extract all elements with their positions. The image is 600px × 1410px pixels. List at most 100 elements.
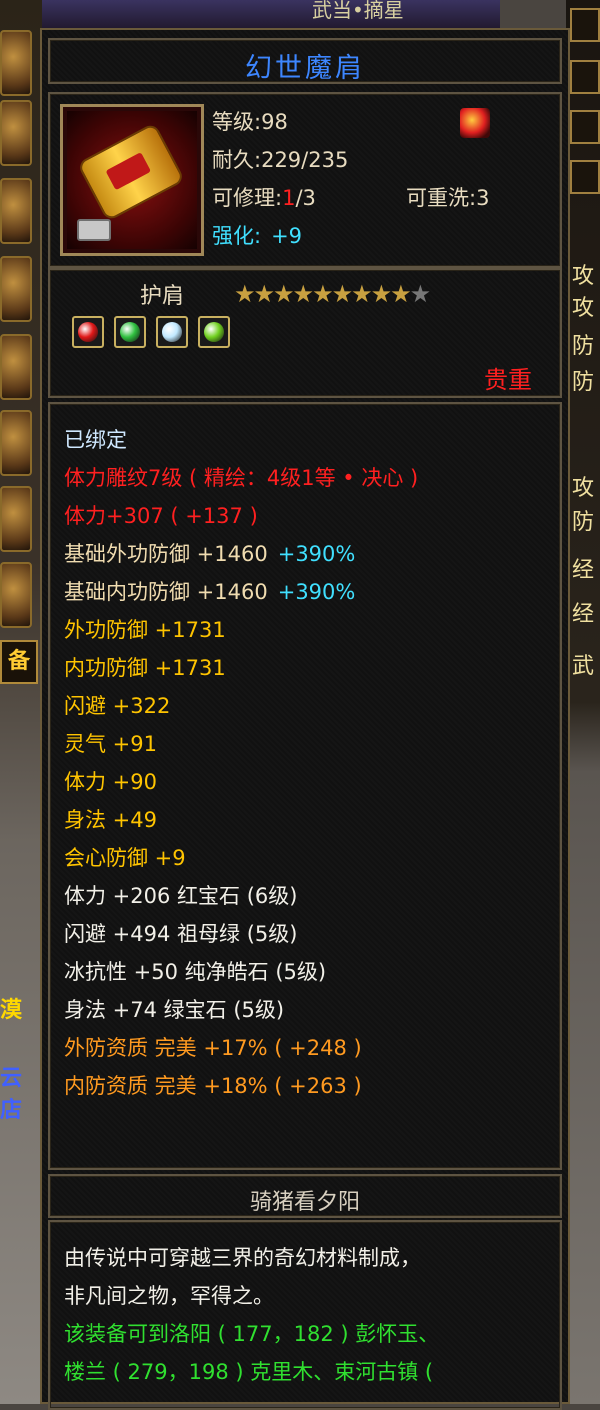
stat-label: 攻 bbox=[572, 264, 595, 289]
equip-slot-icon[interactable] bbox=[0, 562, 32, 628]
star-filled-icon: ★ bbox=[351, 280, 372, 308]
star-filled-icon: ★ bbox=[234, 280, 255, 308]
star-filled-icon: ★ bbox=[312, 280, 333, 308]
attribute-text: 内防资质 完美 +18% ( +263 ) bbox=[64, 1074, 362, 1098]
item-info-section: 等级:98 耐久:229/235 可修理:1/3 可重洗:3 强化: +9 bbox=[48, 92, 562, 268]
stat-label: 攻 bbox=[572, 296, 595, 321]
attribute-line: 内功防御 +1731 bbox=[64, 652, 226, 682]
class-emblem-icon bbox=[460, 108, 490, 138]
attribute-text: 冰抗性 +50 纯净皓石 (5级) bbox=[64, 960, 327, 984]
stat-box bbox=[570, 8, 600, 42]
attribute-text: 内功防御 +1731 bbox=[64, 656, 226, 680]
slot-section: 护肩 ★★★★★★★★★★ 贵重 bbox=[48, 268, 562, 398]
attribute-text: 基础内功防御 +1460 bbox=[64, 580, 268, 604]
equipment-sidebar: 备 漠 云店 bbox=[0, 0, 42, 1404]
attribute-line: 已绑定 bbox=[64, 424, 127, 454]
description-section: 由传说中可穿越三界的奇幻材料制成， 非凡间之物，罕得之。该装备可到洛阳 ( 177… bbox=[48, 1220, 562, 1410]
enhance-line: 强化: +9 bbox=[212, 224, 303, 248]
gem-slot[interactable] bbox=[114, 316, 146, 348]
equipment-tab[interactable]: 备 bbox=[0, 640, 38, 684]
attribute-line: 外防资质 完美 +17% ( +248 ) bbox=[64, 1032, 362, 1062]
rewash-line: 可重洗:3 bbox=[406, 186, 490, 210]
star-rating: ★★★★★★★★★★ bbox=[234, 280, 431, 308]
peridot-gem-icon bbox=[204, 322, 224, 342]
attribute-bonus: +390% bbox=[277, 580, 356, 604]
star-filled-icon: ★ bbox=[370, 280, 392, 308]
title-bar: 幻世魔肩 bbox=[48, 38, 562, 84]
bound-lock-icon bbox=[77, 219, 111, 241]
star-filled-icon: ★ bbox=[273, 280, 294, 308]
item-icon bbox=[60, 104, 204, 256]
attribute-text: 外防资质 完美 +17% ( +248 ) bbox=[64, 1036, 362, 1060]
stat-label[interactable]: 经 bbox=[572, 596, 594, 628]
stat-label: 防 bbox=[572, 370, 595, 395]
attribute-text: 会心防御 +9 bbox=[64, 846, 186, 870]
equip-slot-icon[interactable] bbox=[0, 100, 32, 166]
attribute-line: 灵气 +91 bbox=[64, 728, 157, 758]
description-line: 由传说中可穿越三界的奇幻材料制成， bbox=[64, 1246, 421, 1270]
equip-slot-icon[interactable] bbox=[0, 256, 32, 322]
gem-slot[interactable] bbox=[156, 316, 188, 348]
attribute-line: 体力雕纹7级 ( 精绘：4级1等 • 决心 ) bbox=[64, 462, 418, 492]
gem-slot[interactable] bbox=[72, 316, 104, 348]
attribute-text: 灵气 +91 bbox=[64, 732, 157, 756]
level-line: 等级:98 bbox=[212, 110, 288, 134]
attribute-text: 体力 +206 红宝石 (6级) bbox=[64, 884, 298, 908]
description-line: 楼兰 ( 279，198 ) 克里木、束河古镇 ( bbox=[64, 1360, 434, 1384]
star-filled-icon: ★ bbox=[253, 280, 275, 308]
attribute-line: 体力 +206 红宝石 (6级) bbox=[64, 880, 297, 910]
stat-label: 防 bbox=[572, 334, 595, 359]
stat-label[interactable]: 经 bbox=[572, 552, 594, 584]
attribute-line: 闪避 +322 bbox=[64, 690, 170, 720]
attribute-line: 身法 +74 绿宝石 (5级) bbox=[64, 994, 284, 1024]
shoulder-armor-icon bbox=[76, 122, 186, 222]
attribute-line: 体力+307 ( +137 ) bbox=[64, 500, 258, 530]
attribute-line: 身法 +49 bbox=[64, 804, 157, 834]
description-line: 该装备可到洛阳 ( 177，182 ) 彭怀玉、 bbox=[64, 1322, 440, 1346]
attribute-text: 体力+307 ( +137 ) bbox=[64, 504, 258, 528]
background-text-fragment: 漠 bbox=[0, 998, 23, 1023]
attribute-line: 闪避 +494 祖母绿 (5级) bbox=[64, 918, 297, 948]
owner-name: 骑猪看夕阳 bbox=[249, 1190, 360, 1215]
gem-slot[interactable] bbox=[198, 316, 230, 348]
equip-slot-icon[interactable] bbox=[0, 178, 32, 244]
attribute-text: 已绑定 bbox=[64, 428, 127, 452]
attribute-text: 体力雕纹7级 ( 精绘：4级1等 • 决心 ) bbox=[64, 466, 419, 490]
attribute-line: 体力 +90 bbox=[64, 766, 157, 796]
attribute-text: 外功防御 +1731 bbox=[64, 618, 226, 642]
attribute-text: 体力 +90 bbox=[64, 770, 157, 794]
star-empty-icon: ★ bbox=[409, 280, 431, 308]
emerald-gem-icon bbox=[120, 322, 140, 342]
background-text-fragment: 云店 bbox=[0, 1066, 23, 1123]
diamond-gem-icon bbox=[162, 322, 182, 342]
stat-box bbox=[570, 110, 600, 144]
item-name: 幻世魔肩 bbox=[245, 53, 365, 84]
attribute-bonus: +390% bbox=[277, 542, 356, 566]
description-line: 非凡间之物，罕得之。 bbox=[64, 1284, 274, 1308]
stat-label[interactable]: 武 bbox=[572, 648, 594, 680]
attribute-text: 闪避 +494 祖母绿 (5级) bbox=[64, 922, 298, 946]
durability-line: 耐久:229/235 bbox=[212, 148, 349, 172]
attribute-line: 基础外功防御 +1460 +390% bbox=[64, 538, 355, 568]
repair-line: 可修理:1/3 bbox=[212, 186, 316, 210]
stat-box bbox=[570, 160, 600, 194]
star-filled-icon: ★ bbox=[331, 280, 353, 308]
item-tooltip: 幻世魔肩 等级:98 耐久:229/235 可修理:1/3 可重洗:3 强化: +… bbox=[40, 28, 570, 1410]
slot-type: 护肩 bbox=[140, 284, 185, 309]
attribute-line: 会心防御 +9 bbox=[64, 842, 186, 872]
stat-label: 防 bbox=[572, 510, 595, 535]
stat-box bbox=[570, 60, 600, 94]
top-bar-text: 武当•摘星 bbox=[312, 0, 404, 22]
star-filled-icon: ★ bbox=[390, 280, 411, 308]
quality-label: 贵重 bbox=[484, 366, 532, 394]
equip-slot-icon[interactable] bbox=[0, 334, 32, 400]
stats-sidebar: 攻 攻 防 防 攻 防 经 经 武 bbox=[566, 0, 600, 1404]
equip-slot-icon[interactable] bbox=[0, 30, 32, 96]
attribute-text: 基础外功防御 +1460 bbox=[64, 542, 268, 566]
equip-slot-icon[interactable] bbox=[0, 410, 32, 476]
attribute-line: 内防资质 完美 +18% ( +263 ) bbox=[64, 1070, 362, 1100]
attribute-line: 外功防御 +1731 bbox=[64, 614, 226, 644]
ruby-gem-icon bbox=[78, 322, 98, 342]
equip-slot-icon[interactable] bbox=[0, 486, 32, 552]
owner-section: 骑猪看夕阳 bbox=[48, 1174, 562, 1218]
